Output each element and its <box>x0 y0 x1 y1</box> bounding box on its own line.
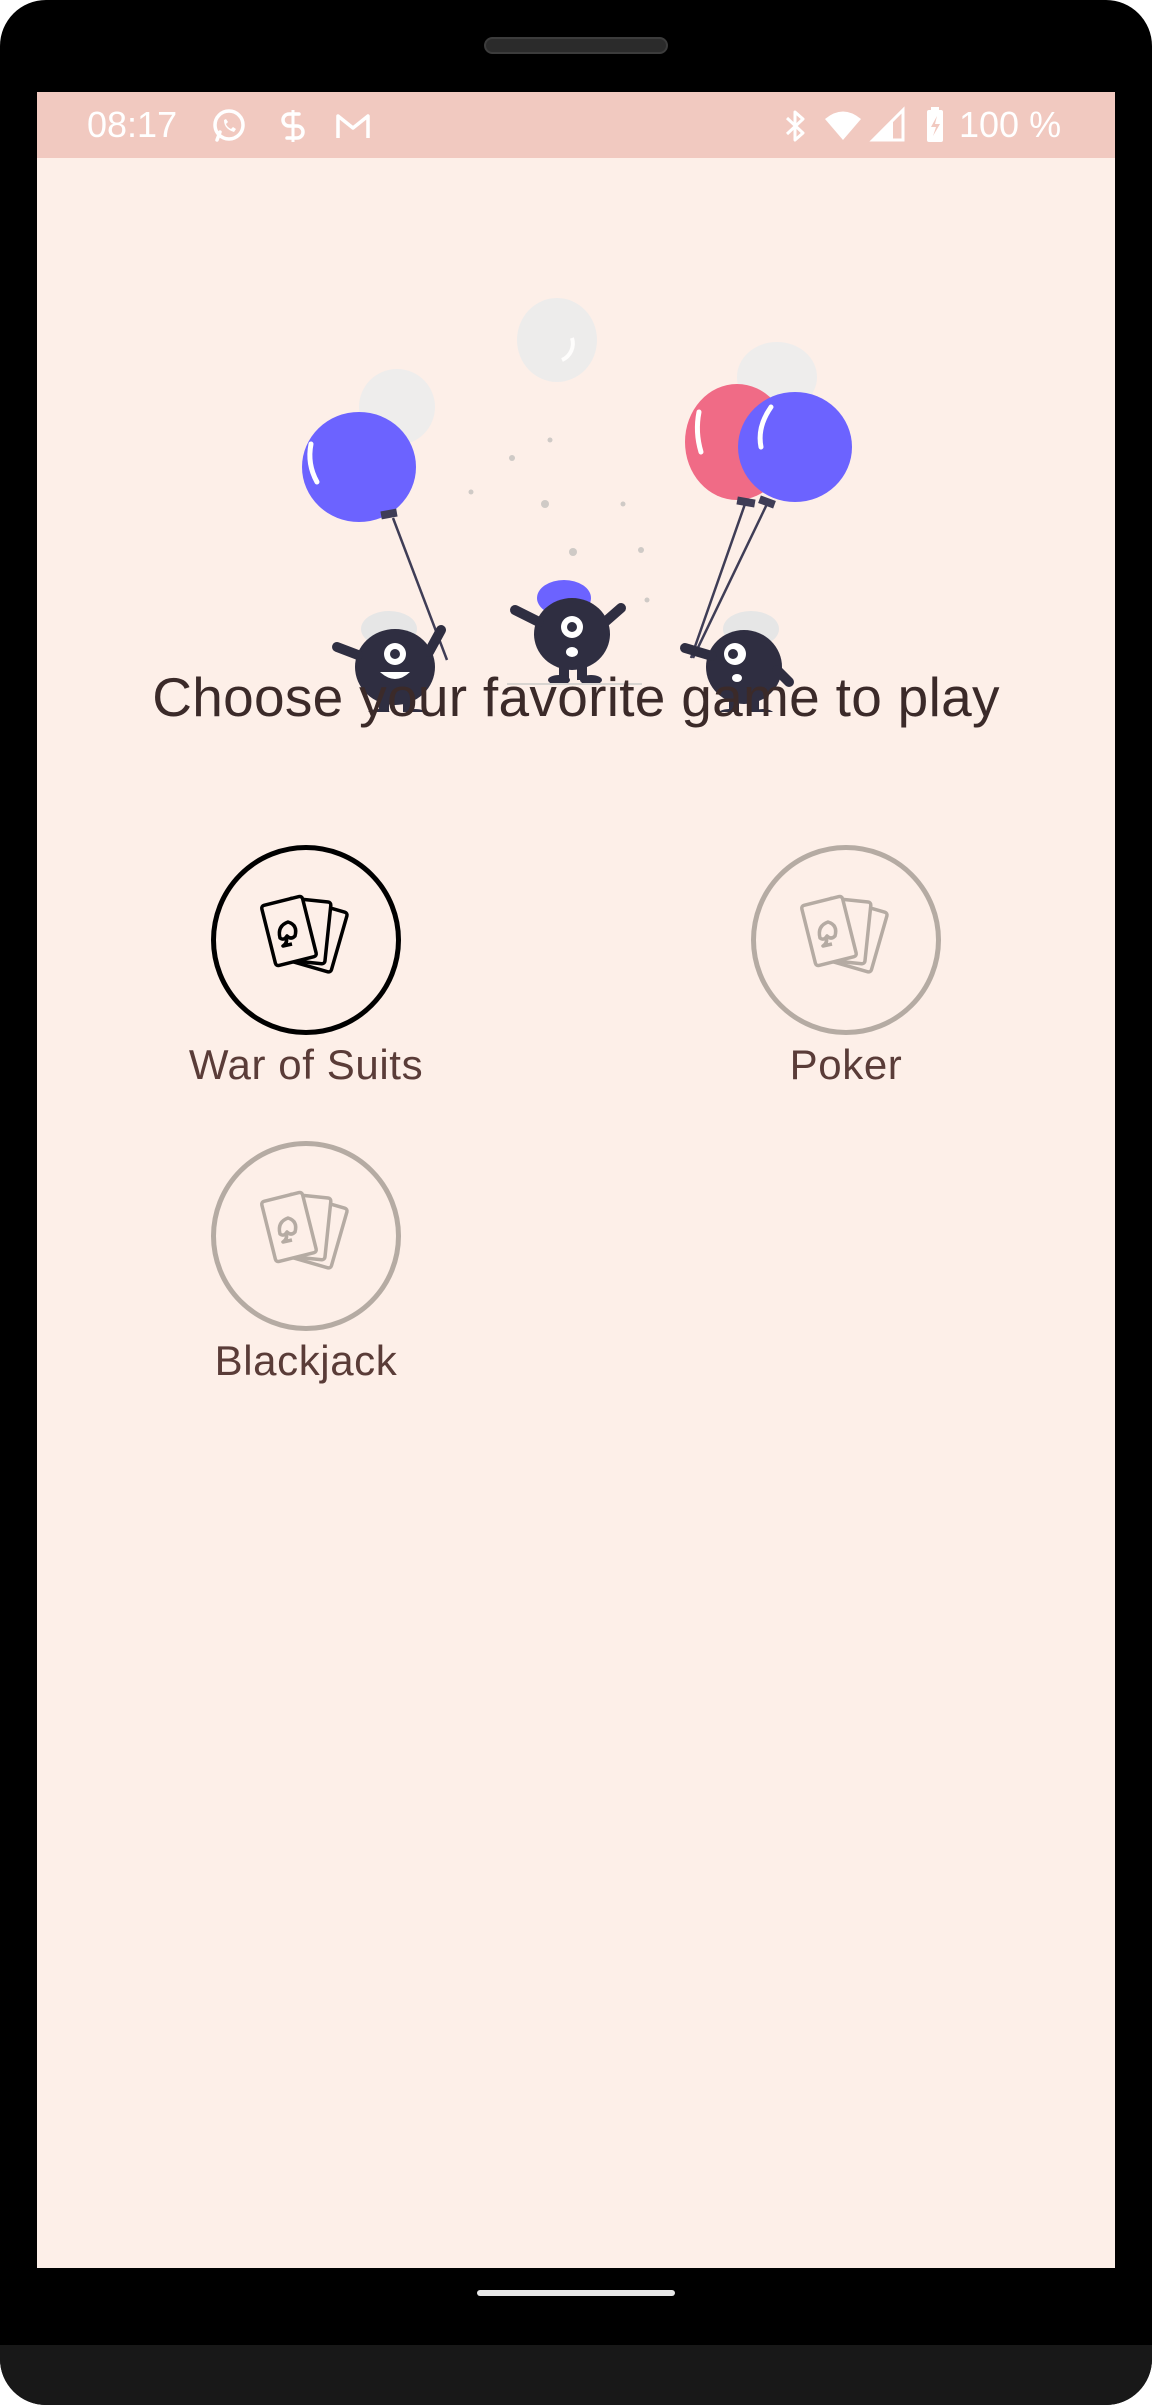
gmail-icon <box>336 114 370 138</box>
status-bar: 08:17 100 % <box>37 92 1115 158</box>
battery-percentage: 100 % <box>959 104 1062 145</box>
phone-frame: 08:17 100 % Choose your favorite game to… <box>0 0 1152 2405</box>
game-label: War of Suits <box>188 1041 424 1088</box>
status-time: 08:17 <box>87 104 178 145</box>
signal-icon <box>869 106 905 142</box>
bluetooth-icon <box>785 110 805 142</box>
party-balloons-illustration <box>302 298 852 712</box>
earpiece-speaker <box>484 37 668 54</box>
phone-bottom-bezel <box>0 2345 1152 2405</box>
home-indicator[interactable] <box>477 2290 675 2296</box>
playing-cards-icon <box>260 894 349 974</box>
game-icon-ring <box>211 1141 401 1331</box>
playing-cards-icon <box>260 1190 349 1270</box>
game-label: Blackjack <box>214 1337 398 1384</box>
page-title: Choose your favorite game to play <box>152 666 1000 728</box>
game-icon-ring <box>211 845 401 1035</box>
playing-cards-icon <box>800 894 889 974</box>
confetti-dots <box>468 437 650 603</box>
s-app-icon <box>281 110 305 142</box>
whatsapp-icon <box>213 109 245 142</box>
game-label: Poker <box>789 1041 903 1088</box>
app-screen: 08:17 100 % Choose your favorite game to… <box>37 92 1115 2268</box>
game-option-poker[interactable]: Poker <box>646 845 1046 1125</box>
game-option-blackjack[interactable]: Blackjack <box>106 1141 506 1421</box>
wifi-icon <box>825 111 861 140</box>
game-option-war-of-suits[interactable]: War of Suits <box>106 845 506 1125</box>
game-icon-ring <box>751 845 941 1035</box>
battery-icon <box>927 107 943 142</box>
